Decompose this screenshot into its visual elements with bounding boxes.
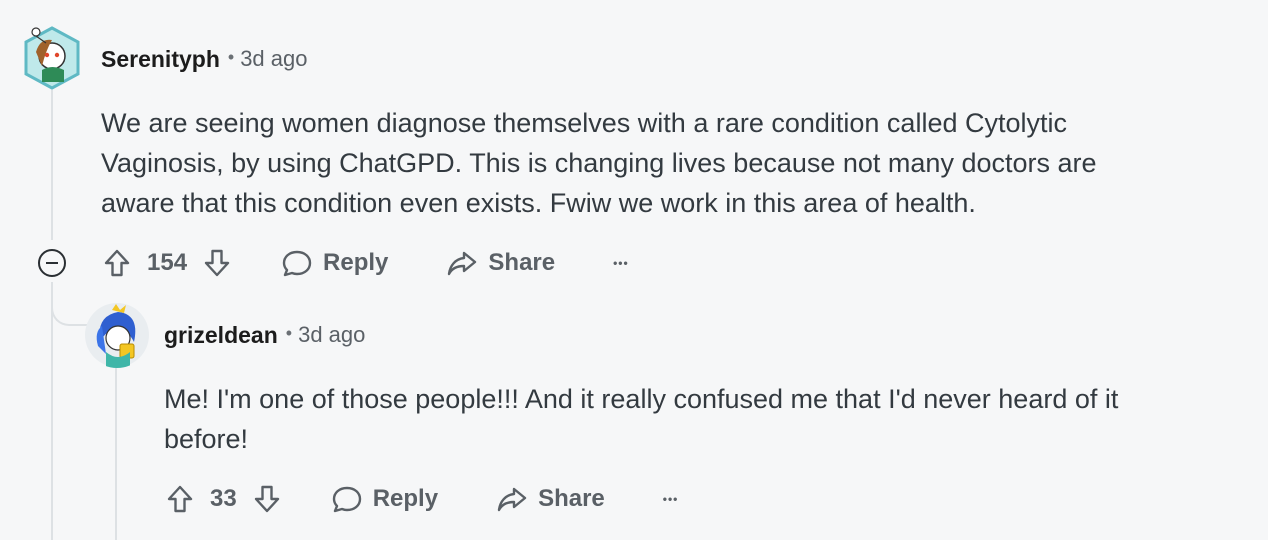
share-label: Share [538,485,605,512]
comment-body: Me! I'm one of those people!!! And it re… [164,379,1244,459]
reply-button[interactable]: Reply [331,484,438,514]
arrow-down-icon [204,249,230,277]
comment-line: before! [164,424,249,454]
thread-line-main [51,90,53,240]
username[interactable]: grizeldean [164,322,278,349]
timestamp[interactable]: 3d ago [240,46,307,72]
minus-circle-icon [46,262,58,264]
username[interactable]: Serenityph [101,46,220,73]
more-options-button[interactable]: ••• [613,256,629,270]
more-dots-icon: ••• [613,256,629,270]
share-button[interactable]: Share [496,484,605,514]
comment-actions: 33 Reply Share ••• [164,479,678,519]
comment-line: We are seeing women diagnose themselves … [101,108,1067,138]
comment-actions: 154 Reply Share ••• [101,243,629,283]
comment-header: Serenityph • 3d ago [101,44,307,74]
arrow-down-icon [254,485,279,513]
vote-count: 33 [210,485,237,512]
share-arrow-icon [448,251,477,276]
speech-bubble-icon [282,250,312,277]
upvote-button[interactable] [101,248,133,278]
reply-label: Reply [372,485,439,512]
comment-line: Vaginosis, by using ChatGPD. This is cha… [101,148,1097,178]
comment-header: grizeldean • 3d ago [164,320,365,350]
share-button[interactable]: Share [446,248,555,278]
downvote-button[interactable] [201,248,233,278]
share-arrow-icon [497,487,527,512]
reply-button[interactable]: Reply [281,248,388,278]
comment-body: We are seeing women diagnose themselves … [101,103,1221,223]
speech-bubble-icon [332,486,361,513]
timestamp[interactable]: 3d ago [298,322,365,348]
collapse-button[interactable] [38,249,66,277]
separator-dot: • [285,322,293,343]
more-options-button[interactable]: ••• [663,492,679,506]
share-label: Share [488,249,556,276]
upvote-button[interactable] [164,484,196,514]
downvote-button[interactable] [251,484,283,514]
separator-dot: • [227,46,235,67]
thread-line-reply [115,368,117,540]
thread-line-main-lower [51,282,53,540]
avatar-serenityph[interactable] [22,26,82,90]
arrow-up-icon [167,485,193,513]
arrow-up-icon [104,249,130,277]
comment-line: Me! I'm one of those people!!! And it re… [164,384,1119,414]
thread-connector [51,282,89,326]
more-dots-icon: ••• [662,492,679,506]
avatar-grizeldean[interactable] [84,302,150,368]
vote-count: 154 [147,249,188,276]
comment-line: aware that this condition even exists. F… [101,188,976,218]
reply-label: Reply [323,249,389,276]
